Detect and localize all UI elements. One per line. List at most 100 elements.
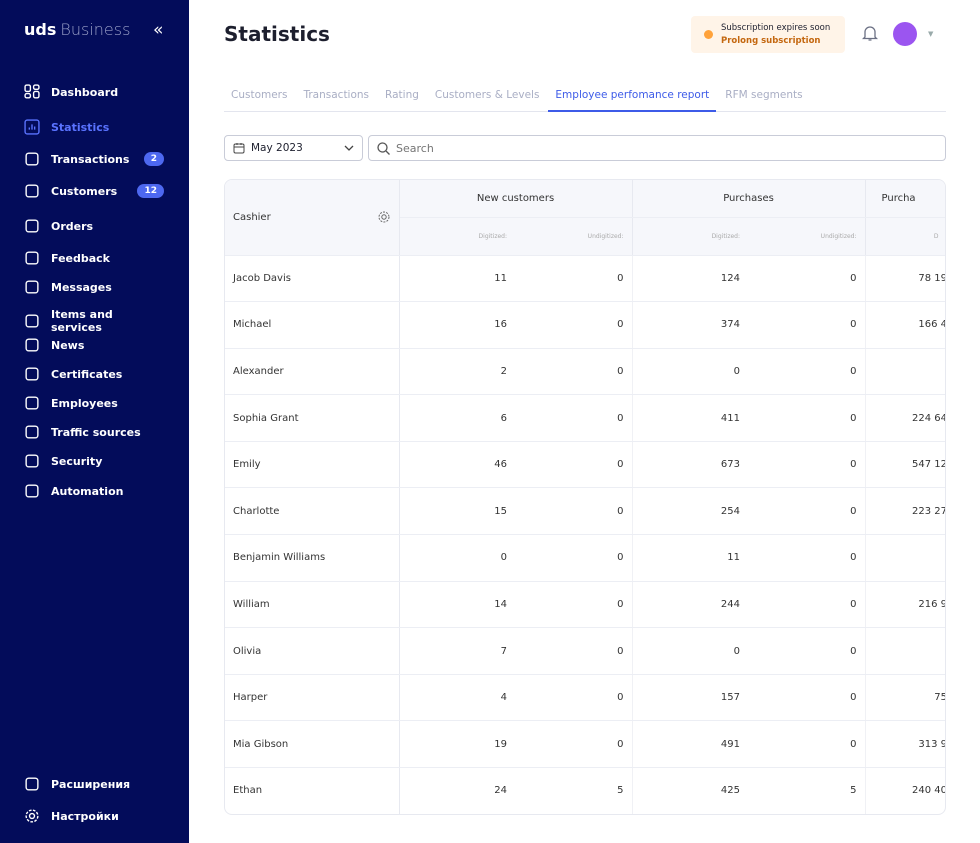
tab-rating[interactable]: Rating — [378, 84, 426, 112]
bag-icon — [24, 313, 40, 329]
sidebar-item-traffic-sources[interactable]: Traffic sources — [24, 424, 164, 440]
subheader: Undigitized: — [748, 217, 866, 256]
table-row[interactable]: Charlotte 15 0 254 0 223 27 — [225, 487, 945, 536]
cell-value: 0 — [748, 394, 866, 442]
cell-value — [865, 348, 945, 396]
sidebar-item-transactions[interactable]: Transactions 2 — [24, 151, 164, 167]
cell-value: 24 — [399, 767, 515, 814]
cell-value: 2 — [399, 348, 515, 396]
sidebar-item-label: Настройки — [51, 809, 119, 823]
cell-value: 0 — [515, 255, 633, 303]
cell-value: 254 — [632, 487, 749, 536]
bell-icon[interactable] — [862, 25, 878, 42]
prolong-subscription-link[interactable]: Prolong subscription — [721, 35, 845, 48]
sidebar-item-label: Transactions — [51, 152, 130, 166]
cell-value: 0 — [632, 348, 749, 396]
ticket-icon — [24, 366, 40, 382]
month-select[interactable]: May 2023 — [224, 135, 363, 161]
cell-value: 0 — [748, 581, 866, 629]
cell-value: 46 — [399, 441, 515, 489]
cashier-name: Mia Gibson — [225, 720, 400, 769]
sidebar-item-messages[interactable]: Messages — [24, 279, 164, 295]
collapse-sidebar-button[interactable]: « — [153, 20, 163, 40]
warning-dot-icon — [704, 30, 713, 39]
cell-value: 5 — [748, 767, 866, 814]
sidebar-item-label: Messages — [51, 280, 112, 294]
cell-value: 5 — [515, 767, 633, 814]
tab-customers-levels[interactable]: Customers & Levels — [428, 84, 547, 112]
sidebar-item-dashboard[interactable]: Dashboard — [24, 84, 164, 100]
cashier-name: Benjamin Williams — [225, 534, 400, 582]
tab-customers[interactable]: Customers — [224, 84, 294, 112]
sidebar-item-orders[interactable]: Orders — [24, 218, 164, 234]
cell-value: 0 — [399, 534, 515, 582]
cell-value: 14 — [399, 581, 515, 629]
cell-value: 4 — [399, 674, 515, 722]
count-badge: 12 — [137, 184, 164, 198]
sidebar-item-employees[interactable]: Employees — [24, 395, 164, 411]
tabs: Customers Transactions Rating Customers & L… — [224, 84, 946, 112]
sidebar-item-security[interactable]: Security — [24, 453, 164, 469]
sidebar-item-statistics[interactable]: Statistics — [24, 119, 164, 135]
tab-rfm-segments[interactable]: RFM segments — [718, 84, 809, 112]
sidebar-item-label: News — [51, 338, 85, 352]
tab-employee-perfomance-report[interactable]: Employee perfomance report — [548, 84, 717, 112]
cell-value: 0 — [632, 627, 749, 675]
cashier-name: Harper — [225, 674, 400, 722]
avatar[interactable] — [893, 22, 917, 46]
sidebar-item-automation[interactable]: Automation — [24, 483, 164, 499]
table-row[interactable]: Alexander 2 0 0 0 — [225, 348, 945, 396]
table-row[interactable]: Harper 4 0 157 0 75 — [225, 674, 945, 722]
search-field[interactable] — [368, 135, 946, 161]
logo-sub: Business — [60, 20, 131, 39]
cell-value: 374 — [632, 301, 749, 349]
table-row[interactable]: Benjamin Williams 0 0 11 0 — [225, 534, 945, 582]
subheader: Undigitized: — [515, 217, 633, 256]
table-row[interactable]: Mia Gibson 19 0 491 0 313 9 — [225, 720, 945, 769]
sidebar-item-label: Traffic sources — [51, 425, 141, 439]
cell-value: 0 — [748, 627, 866, 675]
cell-value: 0 — [748, 348, 866, 396]
table-row[interactable]: William 14 0 244 0 216 9 — [225, 581, 945, 629]
table-row[interactable]: Michael 16 0 374 0 166 4 — [225, 301, 945, 349]
table-row[interactable]: Jacob Davis 11 0 124 0 78 19 — [225, 255, 945, 303]
shield-icon — [24, 453, 40, 469]
sidebar-item-customers[interactable]: Customers 12 — [24, 183, 164, 199]
cell-value: 0 — [748, 441, 866, 489]
search-input[interactable] — [396, 141, 896, 155]
cell-value: 216 9 — [865, 581, 945, 629]
cell-value: 75 — [865, 674, 945, 722]
cell-value: 157 — [632, 674, 749, 722]
chart-icon — [24, 119, 40, 135]
cell-value: 0 — [515, 627, 633, 675]
cell-value: 19 — [399, 720, 515, 769]
gear-icon — [24, 808, 40, 824]
sidebar-item-label: Certificates — [51, 367, 123, 381]
sidebar-item-label: Employees — [51, 396, 118, 410]
cell-value: 166 4 — [865, 301, 945, 349]
sidebar-item-certificates[interactable]: Certificates — [24, 366, 164, 382]
sidebar-item-items-and-services[interactable]: Items and services — [24, 308, 164, 334]
sidebar-item-настройки[interactable]: Настройки — [24, 808, 164, 824]
table-row[interactable]: Olivia 7 0 0 0 — [225, 627, 945, 675]
cell-value: 313 9 — [865, 720, 945, 769]
logo[interactable]: uds Business — [24, 20, 130, 39]
table-row[interactable]: Ethan 24 5 425 5 240 40 — [225, 767, 945, 814]
tab-transactions[interactable]: Transactions — [296, 84, 376, 112]
chevron-down-icon[interactable]: ▼ — [928, 30, 933, 38]
cell-value: 0 — [515, 301, 633, 349]
calendar-icon — [233, 143, 245, 154]
cell-value: 0 — [515, 534, 633, 582]
sidebar-item-news[interactable]: News — [24, 337, 164, 353]
cashier-name: William — [225, 581, 400, 629]
table-row[interactable]: Sophia Grant 6 0 411 0 224 64 — [225, 394, 945, 442]
cashier-name: Michael — [225, 301, 400, 349]
table-row[interactable]: Emily 46 0 673 0 547 12 — [225, 441, 945, 489]
sidebar-item-расширения[interactable]: Расширения — [24, 776, 164, 792]
gear-icon[interactable] — [377, 210, 391, 224]
cell-value: 0 — [748, 301, 866, 349]
sidebar-item-feedback[interactable]: Feedback — [24, 250, 164, 266]
cell-value: 240 40 — [865, 767, 945, 814]
cell-value: 0 — [515, 394, 633, 442]
cell-value: 0 — [748, 534, 866, 582]
